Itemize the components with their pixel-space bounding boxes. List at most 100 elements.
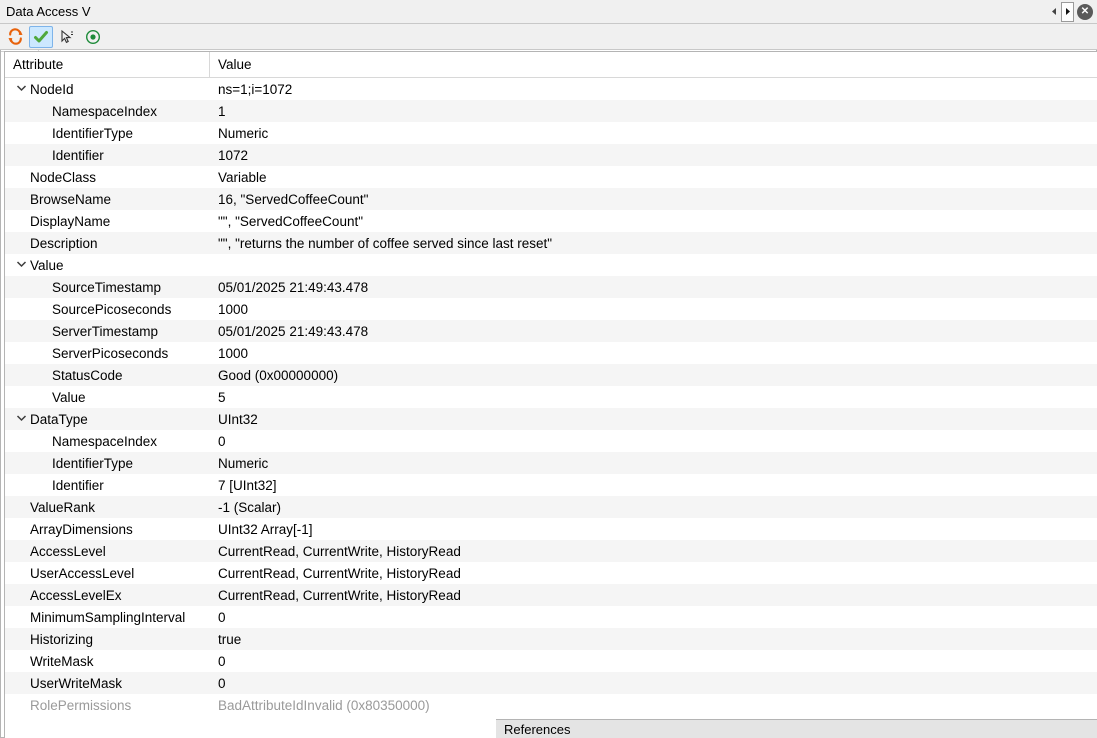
attribute-name-cell: Historizing bbox=[5, 632, 210, 647]
chevron-left-icon[interactable] bbox=[1048, 2, 1061, 22]
attribute-name: UserWriteMask bbox=[30, 676, 122, 691]
close-circle-icon[interactable]: ✕ bbox=[1077, 4, 1093, 20]
attribute-row[interactable]: NamespaceIndex1 bbox=[5, 100, 1097, 122]
check-icon[interactable] bbox=[29, 26, 53, 48]
attribute-value[interactable]: Numeric bbox=[210, 126, 1097, 141]
attribute-row[interactable]: MinimumSamplingInterval0 bbox=[5, 606, 1097, 628]
attribute-row[interactable]: UserWriteMask 0 bbox=[5, 672, 1097, 694]
attribute-name: StatusCode bbox=[52, 368, 123, 383]
attributes-toolbar bbox=[0, 24, 1097, 50]
attribute-value[interactable]: 1072 bbox=[210, 148, 1097, 163]
attribute-row[interactable]: DisplayName"", "ServedCoffeeCount" bbox=[5, 210, 1097, 232]
attribute-name: WriteMask bbox=[30, 654, 94, 669]
attribute-name: Value bbox=[52, 390, 86, 405]
attribute-value[interactable]: true bbox=[210, 632, 1097, 647]
attribute-value[interactable]: ns=1;i=1072 bbox=[210, 82, 1097, 97]
attribute-value[interactable]: BadAttributeIdInvalid (0x80350000) bbox=[210, 698, 1097, 713]
attribute-row[interactable]: UserAccessLevelCurrentRead, CurrentWrite… bbox=[5, 562, 1097, 584]
attribute-name: ServerPicoseconds bbox=[52, 346, 168, 361]
attribute-row[interactable]: AccessLevelCurrentRead, CurrentWrite, Hi… bbox=[5, 540, 1097, 562]
attribute-row[interactable]: ValueRank -1 (Scalar) bbox=[5, 496, 1097, 518]
attribute-name: NamespaceIndex bbox=[52, 434, 157, 449]
attribute-value[interactable]: 1000 bbox=[210, 346, 1097, 361]
attribute-name: Description bbox=[30, 236, 98, 251]
attribute-row[interactable]: IdentifierTypeNumeric bbox=[5, 452, 1097, 474]
attribute-name-cell: SourceTimestamp bbox=[5, 280, 210, 295]
chevron-down-icon[interactable] bbox=[13, 260, 30, 271]
attribute-value[interactable]: 0 bbox=[210, 676, 1097, 691]
attribute-value[interactable]: -1 (Scalar) bbox=[210, 500, 1097, 515]
attribute-row[interactable]: Value bbox=[5, 254, 1097, 276]
attribute-name: SourceTimestamp bbox=[52, 280, 161, 295]
attribute-name-cell: ArrayDimensions bbox=[5, 522, 210, 537]
attribute-value[interactable]: CurrentRead, CurrentWrite, HistoryRead bbox=[210, 566, 1097, 581]
attribute-value[interactable]: Variable bbox=[210, 170, 1097, 185]
attribute-value[interactable]: UInt32 bbox=[210, 412, 1097, 427]
attribute-value[interactable]: 16, "ServedCoffeeCount" bbox=[210, 192, 1097, 207]
attribute-value[interactable]: 05/01/2025 21:49:43.478 bbox=[210, 280, 1097, 295]
chevron-down-icon[interactable] bbox=[13, 84, 30, 95]
record-target-icon[interactable] bbox=[81, 26, 105, 48]
attribute-value[interactable]: Numeric bbox=[210, 456, 1097, 471]
attribute-name-cell: WriteMask bbox=[5, 654, 210, 669]
attribute-row[interactable]: SourceTimestamp 05/01/2025 21:49:43.478 bbox=[5, 276, 1097, 298]
attribute-row[interactable]: ArrayDimensions UInt32 Array[-1] bbox=[5, 518, 1097, 540]
attribute-name: ArrayDimensions bbox=[30, 522, 133, 537]
attribute-row[interactable]: Description "", "returns the number of co… bbox=[5, 232, 1097, 254]
attribute-row[interactable]: WriteMask 0 bbox=[5, 650, 1097, 672]
attribute-name-cell: StatusCode bbox=[5, 368, 210, 383]
attribute-value[interactable]: 0 bbox=[210, 434, 1097, 449]
attribute-row[interactable]: Value 5 bbox=[5, 386, 1097, 408]
attribute-value[interactable]: CurrentRead, CurrentWrite, HistoryRead bbox=[210, 588, 1097, 603]
attribute-name: SourcePicoseconds bbox=[52, 302, 171, 317]
attribute-value[interactable]: 5 bbox=[210, 390, 1097, 405]
attribute-name: Historizing bbox=[30, 632, 93, 647]
refresh-icon[interactable] bbox=[3, 26, 27, 48]
attribute-row[interactable]: SourcePicoseconds 1000 bbox=[5, 298, 1097, 320]
attribute-value[interactable]: Good (0x00000000) bbox=[210, 368, 1097, 383]
data-access-tabbar: Data Access V ✕ bbox=[0, 0, 1097, 24]
chevron-down-icon[interactable] bbox=[13, 414, 30, 425]
attribute-name-cell: ServerTimestamp bbox=[5, 324, 210, 339]
attribute-row[interactable]: RolePermissionsBadAttributeIdInvalid (0x… bbox=[5, 694, 1097, 716]
attribute-name-cell: Identifier bbox=[5, 478, 210, 493]
attribute-row[interactable]: ServerTimestamp05/01/2025 21:49:43.478 bbox=[5, 320, 1097, 342]
attribute-row[interactable]: DataTypeUInt32 bbox=[5, 408, 1097, 430]
attribute-row[interactable]: Identifier 1072 bbox=[5, 144, 1097, 166]
attribute-name: Identifier bbox=[52, 478, 104, 493]
attribute-name: NodeClass bbox=[30, 170, 96, 185]
attribute-name-cell: DisplayName bbox=[5, 214, 210, 229]
column-header-attribute[interactable]: Attribute bbox=[5, 52, 210, 78]
attribute-row[interactable]: NodeClass Variable bbox=[5, 166, 1097, 188]
attribute-row[interactable]: BrowseName16, "ServedCoffeeCount" bbox=[5, 188, 1097, 210]
attribute-value[interactable]: 1 bbox=[210, 104, 1097, 119]
attribute-value[interactable]: "", "ServedCoffeeCount" bbox=[210, 214, 1097, 229]
column-header-value[interactable]: Value bbox=[210, 52, 1097, 78]
attribute-value[interactable]: 1000 bbox=[210, 302, 1097, 317]
attribute-name-cell: Value bbox=[5, 258, 210, 273]
attribute-row[interactable]: NamespaceIndex 0 bbox=[5, 430, 1097, 452]
attribute-name: Identifier bbox=[52, 148, 104, 163]
attribute-row[interactable]: IdentifierTypeNumeric bbox=[5, 122, 1097, 144]
attributes-grid[interactable]: Attribute Value NodeIdns=1;i=1072Namespa… bbox=[4, 51, 1097, 738]
attribute-value[interactable]: "", "returns the number of coffee served… bbox=[210, 236, 1097, 251]
attribute-value[interactable]: 05/01/2025 21:49:43.478 bbox=[210, 324, 1097, 339]
pointer-icon[interactable] bbox=[55, 26, 79, 48]
attribute-value[interactable]: UInt32 Array[-1] bbox=[210, 522, 1097, 537]
attribute-name: ValueRank bbox=[30, 500, 95, 515]
attribute-row[interactable]: NodeIdns=1;i=1072 bbox=[5, 78, 1097, 100]
attribute-row[interactable]: StatusCode Good (0x00000000) bbox=[5, 364, 1097, 386]
attribute-value[interactable]: CurrentRead, CurrentWrite, HistoryRead bbox=[210, 544, 1097, 559]
chevron-right-icon[interactable] bbox=[1061, 2, 1074, 22]
tab-data-access-view[interactable]: Data Access V bbox=[0, 4, 1048, 19]
attribute-name-cell: MinimumSamplingInterval bbox=[5, 610, 210, 625]
attribute-row[interactable]: AccessLevelExCurrentRead, CurrentWrite, … bbox=[5, 584, 1097, 606]
attribute-value[interactable]: 0 bbox=[210, 610, 1097, 625]
attribute-row[interactable]: Historizing true bbox=[5, 628, 1097, 650]
attribute-name-cell: NodeClass bbox=[5, 170, 210, 185]
attribute-name-cell: IdentifierType bbox=[5, 126, 210, 141]
attribute-value[interactable]: 7 [UInt32] bbox=[210, 478, 1097, 493]
attribute-row[interactable]: ServerPicoseconds 1000 bbox=[5, 342, 1097, 364]
attribute-row[interactable]: Identifier 7 [UInt32] bbox=[5, 474, 1097, 496]
attribute-value[interactable]: 0 bbox=[210, 654, 1097, 669]
